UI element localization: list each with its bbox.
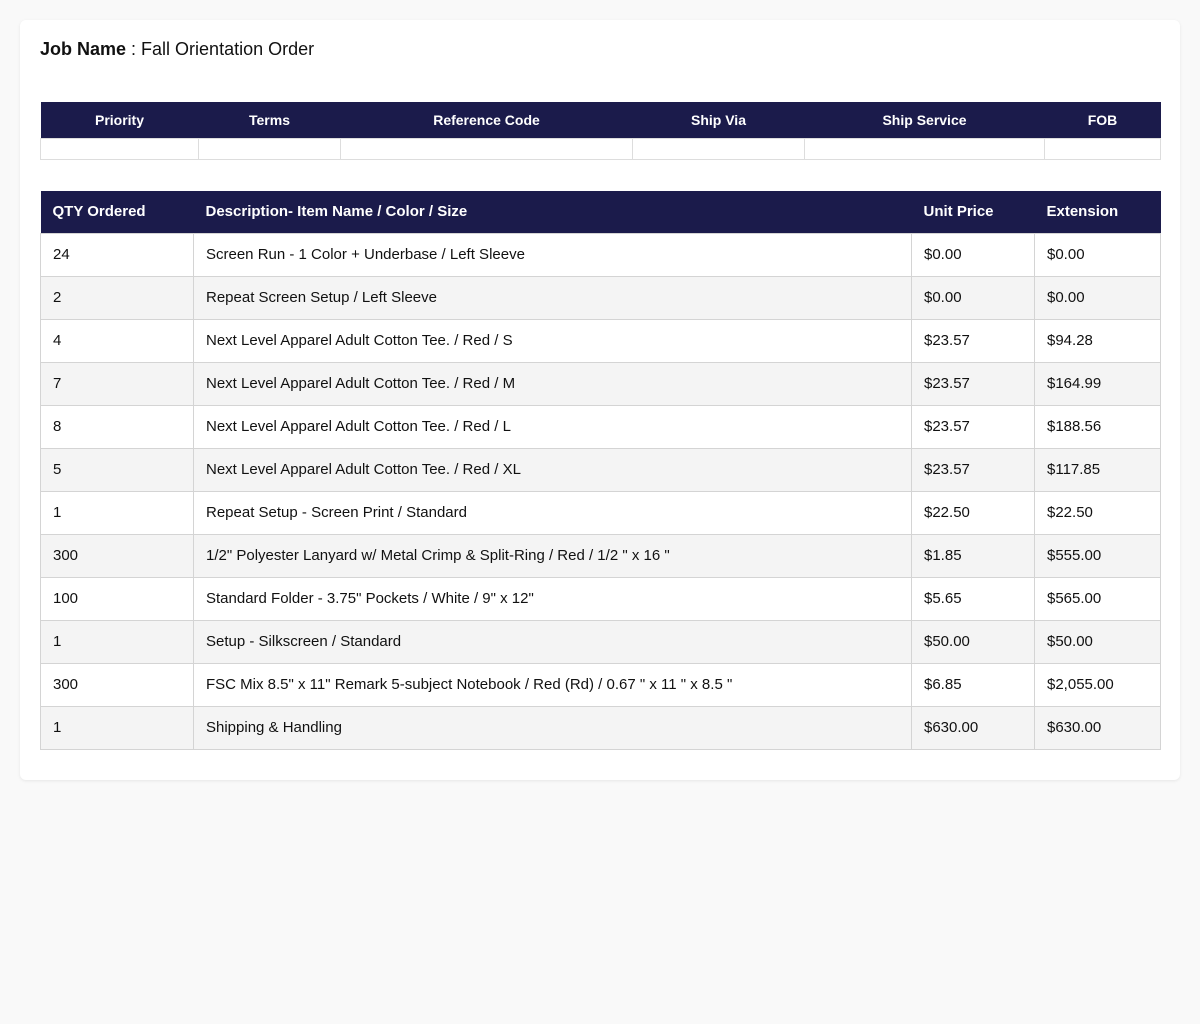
meta-header-reference-code: Reference Code bbox=[340, 102, 633, 139]
description-cell: Standard Folder - 3.75" Pockets / White … bbox=[193, 576, 912, 621]
meta-header-ship-service: Ship Service bbox=[804, 102, 1045, 139]
table-row: 1 Repeat Setup - Screen Print / Standard $… bbox=[40, 490, 1161, 535]
order-card: Job Name : Fall Orientation Order Priori… bbox=[20, 20, 1180, 780]
unit-price-cell: $0.00 bbox=[911, 232, 1035, 277]
unit-price-cell: $22.50 bbox=[911, 490, 1035, 535]
description-cell: Repeat Setup - Screen Print / Standard bbox=[193, 490, 912, 535]
unit-price-cell: $5.65 bbox=[911, 576, 1035, 621]
meta-header-priority: Priority bbox=[40, 102, 199, 139]
description-cell: 1/2" Polyester Lanyard w/ Metal Crimp & … bbox=[193, 533, 912, 578]
qty-cell: 8 bbox=[40, 404, 194, 449]
table-row: 24 Screen Run - 1 Color + Underbase / Lef… bbox=[40, 232, 1161, 277]
qty-cell: 2 bbox=[40, 275, 194, 320]
meta-value-fob bbox=[1044, 138, 1161, 160]
description-cell: Next Level Apparel Adult Cotton Tee. / R… bbox=[193, 318, 912, 363]
unit-price-cell: $23.57 bbox=[911, 361, 1035, 406]
extension-cell: $630.00 bbox=[1034, 705, 1161, 750]
items-header-row: QTY Ordered Description- Item Name / Col… bbox=[40, 191, 1161, 233]
meta-header-row: Priority Terms Reference Code Ship Via S… bbox=[40, 102, 1161, 139]
table-row: 1 Shipping & Handling $630.00 $630.00 bbox=[40, 705, 1161, 750]
description-cell: Repeat Screen Setup / Left Sleeve bbox=[193, 275, 912, 320]
shipping-meta-table: Priority Terms Reference Code Ship Via S… bbox=[40, 102, 1161, 160]
table-row: 7 Next Level Apparel Adult Cotton Tee. / … bbox=[40, 361, 1161, 406]
extension-cell: $2,055.00 bbox=[1034, 662, 1161, 707]
extension-cell: $117.85 bbox=[1034, 447, 1161, 492]
meta-value-ship-via bbox=[632, 138, 805, 160]
description-cell: Shipping & Handling bbox=[193, 705, 912, 750]
table-row: 8 Next Level Apparel Adult Cotton Tee. / … bbox=[40, 404, 1161, 449]
unit-price-cell: $50.00 bbox=[911, 619, 1035, 664]
unit-price-cell: $6.85 bbox=[911, 662, 1035, 707]
items-header-extension: Extension bbox=[1034, 191, 1161, 233]
meta-value-terms bbox=[198, 138, 341, 160]
job-name-line: Job Name : Fall Orientation Order bbox=[40, 40, 1160, 70]
meta-header-fob: FOB bbox=[1044, 102, 1161, 139]
description-cell: Next Level Apparel Adult Cotton Tee. / R… bbox=[193, 404, 912, 449]
table-row: 100 Standard Folder - 3.75" Pockets / Whi… bbox=[40, 576, 1161, 621]
table-row: 300 FSC Mix 8.5" x 11" Remark 5-subject N… bbox=[40, 662, 1161, 707]
qty-cell: 1 bbox=[40, 705, 194, 750]
qty-cell: 100 bbox=[40, 576, 194, 621]
items-header-unit-price: Unit Price bbox=[911, 191, 1035, 233]
extension-cell: $164.99 bbox=[1034, 361, 1161, 406]
extension-cell: $0.00 bbox=[1034, 275, 1161, 320]
unit-price-cell: $23.57 bbox=[911, 318, 1035, 363]
extension-cell: $94.28 bbox=[1034, 318, 1161, 363]
qty-cell: 24 bbox=[40, 232, 194, 277]
items-body: 24 Screen Run - 1 Color + Underbase / Lef… bbox=[40, 232, 1161, 750]
job-name-label: Job Name bbox=[40, 39, 127, 59]
qty-cell: 5 bbox=[40, 447, 194, 492]
table-row: 2 Repeat Screen Setup / Left Sleeve $0.00 $… bbox=[40, 275, 1161, 320]
items-header-description: Description- Item Name / Color / Size bbox=[193, 191, 912, 233]
table-row: 5 Next Level Apparel Adult Cotton Tee. / … bbox=[40, 447, 1161, 492]
unit-price-cell: $630.00 bbox=[911, 705, 1035, 750]
meta-value-row bbox=[40, 138, 1161, 160]
extension-cell: $50.00 bbox=[1034, 619, 1161, 664]
extension-cell: $0.00 bbox=[1034, 232, 1161, 277]
table-row: 4 Next Level Apparel Adult Cotton Tee. / … bbox=[40, 318, 1161, 363]
meta-header-ship-via: Ship Via bbox=[632, 102, 805, 139]
job-name-separator: : bbox=[126, 39, 142, 59]
unit-price-cell: $23.57 bbox=[911, 447, 1035, 492]
table-row: 300 1/2" Polyester Lanyard w/ Metal Crimp… bbox=[40, 533, 1161, 578]
description-cell: Setup - Silkscreen / Standard bbox=[193, 619, 912, 664]
extension-cell: $555.00 bbox=[1034, 533, 1161, 578]
unit-price-cell: $0.00 bbox=[911, 275, 1035, 320]
unit-price-cell: $1.85 bbox=[911, 533, 1035, 578]
meta-value-reference-code bbox=[340, 138, 633, 160]
meta-header-terms: Terms bbox=[198, 102, 341, 139]
unit-price-cell: $23.57 bbox=[911, 404, 1035, 449]
extension-cell: $565.00 bbox=[1034, 576, 1161, 621]
items-header-qty: QTY Ordered bbox=[40, 191, 194, 233]
qty-cell: 4 bbox=[40, 318, 194, 363]
job-name-value: Fall Orientation Order bbox=[141, 39, 315, 59]
qty-cell: 1 bbox=[40, 619, 194, 664]
table-row: 1 Setup - Silkscreen / Standard $50.00 $50.… bbox=[40, 619, 1161, 664]
extension-cell: $188.56 bbox=[1034, 404, 1161, 449]
qty-cell: 300 bbox=[40, 662, 194, 707]
meta-value-ship-service bbox=[804, 138, 1045, 160]
description-cell: FSC Mix 8.5" x 11" Remark 5-subject Note… bbox=[193, 662, 912, 707]
description-cell: Next Level Apparel Adult Cotton Tee. / R… bbox=[193, 361, 912, 406]
meta-value-priority bbox=[40, 138, 199, 160]
description-cell: Next Level Apparel Adult Cotton Tee. / R… bbox=[193, 447, 912, 492]
qty-cell: 1 bbox=[40, 490, 194, 535]
extension-cell: $22.50 bbox=[1034, 490, 1161, 535]
qty-cell: 7 bbox=[40, 361, 194, 406]
line-items-table: QTY Ordered Description- Item Name / Col… bbox=[40, 191, 1161, 750]
description-cell: Screen Run - 1 Color + Underbase / Left … bbox=[193, 232, 912, 277]
qty-cell: 300 bbox=[40, 533, 194, 578]
